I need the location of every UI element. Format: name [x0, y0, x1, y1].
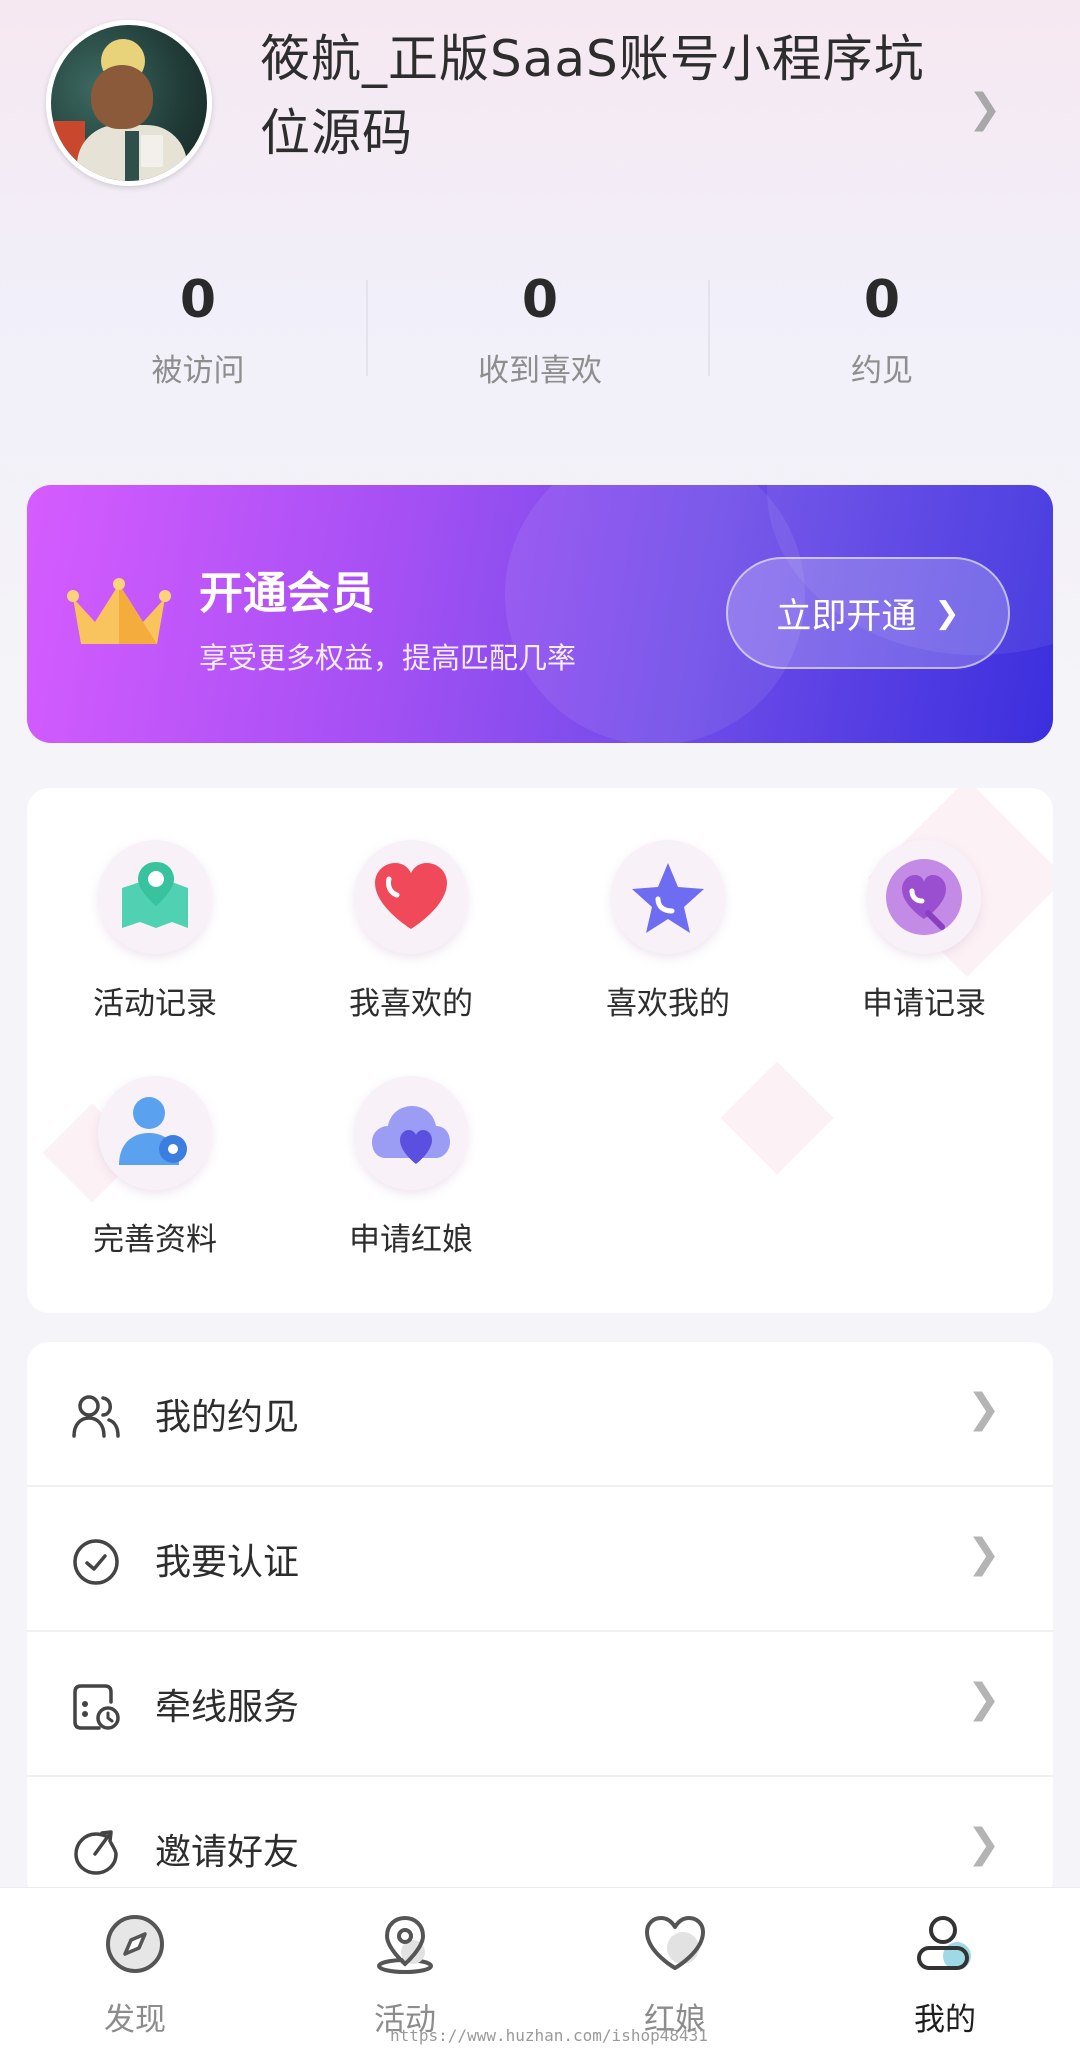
vip-subtitle: 享受更多权益，提高匹配几率	[199, 641, 577, 675]
button-label: 立即开通	[776, 596, 917, 637]
menu-label: 牵线服务	[155, 1687, 300, 1728]
chevron-right-icon: ❯	[967, 1386, 1001, 1432]
chevron-right-icon[interactable]: ❯	[968, 86, 1002, 132]
menu-label: 我要认证	[155, 1542, 300, 1583]
tab-activity[interactable]: 活动	[270, 1912, 540, 2039]
open-membership-button[interactable]: 立即开通 ❯	[726, 557, 1010, 669]
heart-balloon-icon	[867, 840, 981, 954]
cloud-heart-icon	[354, 1076, 468, 1190]
menu-item-verification[interactable]: 我要认证 ❯	[27, 1487, 1053, 1632]
avatar[interactable]	[46, 20, 212, 186]
grid-item-liked-me[interactable]: 喜欢我的	[540, 840, 796, 1023]
location-icon	[377, 1915, 433, 1974]
user-edit-icon	[98, 1076, 212, 1190]
tab-label: 我的	[914, 2002, 976, 2038]
grid-item-application-records[interactable]: 申请记录	[796, 840, 1052, 1023]
stat-value: 0	[863, 270, 901, 330]
menu-label: 邀请好友	[155, 1832, 300, 1873]
profile-icon	[917, 1916, 971, 1970]
grid-item-apply-matchmaker[interactable]: 申请红娘	[283, 1076, 539, 1259]
stat-value: 0	[521, 270, 559, 330]
heart-icon	[354, 840, 468, 954]
chevron-right-icon: ❯	[967, 1531, 1001, 1577]
stat-visited[interactable]: 0 被访问	[28, 260, 368, 396]
menu-item-my-meetings[interactable]: 我的约见 ❯	[27, 1342, 1053, 1487]
stat-label: 被访问	[151, 353, 245, 389]
feature-grid: 活动记录 我喜欢的 喜欢我的 申请记录 完善资料 申请红娘	[27, 788, 1053, 1313]
crown-icon	[67, 578, 171, 644]
tab-mine[interactable]: 我的	[810, 1912, 1080, 2039]
grid-label: 我喜欢的	[349, 986, 473, 1022]
avatar-tie	[125, 131, 139, 181]
map-pin-icon	[98, 840, 212, 954]
grid-item-my-likes[interactable]: 我喜欢的	[283, 840, 539, 1023]
divider	[708, 280, 710, 376]
profile-header[interactable]: 筱航_正版SaaS账号小程序坑位源码 ❯	[0, 0, 1080, 240]
divider	[366, 280, 368, 376]
menu-item-matchmaking-service[interactable]: 牵线服务 ❯	[27, 1632, 1053, 1777]
users-icon	[72, 1395, 120, 1438]
chevron-right-icon: ❯	[967, 1821, 1001, 1867]
decor-diamond	[720, 1061, 834, 1175]
check-circle-icon	[73, 1539, 119, 1585]
clock-card-icon	[73, 1684, 120, 1730]
avatar-cup	[141, 135, 163, 167]
stat-likes[interactable]: 0 收到喜欢	[370, 260, 710, 396]
watermark-url: https://www.huzhan.com/ishop48431	[390, 2026, 708, 2045]
tab-discover[interactable]: 发现	[0, 1912, 270, 2039]
chevron-right-icon: ❯	[967, 1676, 1001, 1722]
grid-item-complete-profile[interactable]: 完善资料	[27, 1076, 283, 1259]
stat-label: 约见	[851, 353, 913, 389]
vip-title: 开通会员	[199, 568, 375, 619]
stat-label: 收到喜欢	[478, 353, 602, 389]
stat-meetings[interactable]: 0 约见	[712, 260, 1052, 396]
chevron-right-icon: ❯	[934, 595, 960, 631]
menu-item-invite-friends[interactable]: 邀请好友 ❯	[27, 1777, 1053, 1902]
tab-matchmaker[interactable]: 红娘	[540, 1912, 810, 2039]
profile-name: 筱航_正版SaaS账号小程序坑位源码	[260, 30, 925, 162]
stats-row: 0 被访问 0 收到喜欢 0 约见	[0, 260, 1080, 410]
grid-label: 完善资料	[93, 1222, 217, 1258]
menu-label: 我的约见	[155, 1397, 300, 1438]
star-icon	[611, 840, 725, 954]
menu-list: 我的约见 ❯ 我要认证 ❯ 牵线服务 ❯ 邀请好友 ❯	[27, 1342, 1053, 1902]
tab-label: 发现	[104, 2002, 166, 2038]
heart-outline-icon	[645, 1916, 705, 1970]
grid-label: 喜欢我的	[606, 986, 730, 1022]
invite-icon	[74, 1830, 118, 1875]
avatar-face	[91, 65, 153, 129]
grid-label: 申请红娘	[349, 1222, 473, 1258]
grid-label: 活动记录	[93, 986, 217, 1022]
grid-label: 申请记录	[862, 986, 986, 1022]
compass-icon	[106, 1915, 164, 1973]
stat-value: 0	[179, 270, 217, 330]
vip-banner[interactable]: 开通会员 享受更多权益，提高匹配几率 立即开通 ❯	[27, 485, 1053, 743]
grid-item-activity-records[interactable]: 活动记录	[27, 840, 283, 1023]
